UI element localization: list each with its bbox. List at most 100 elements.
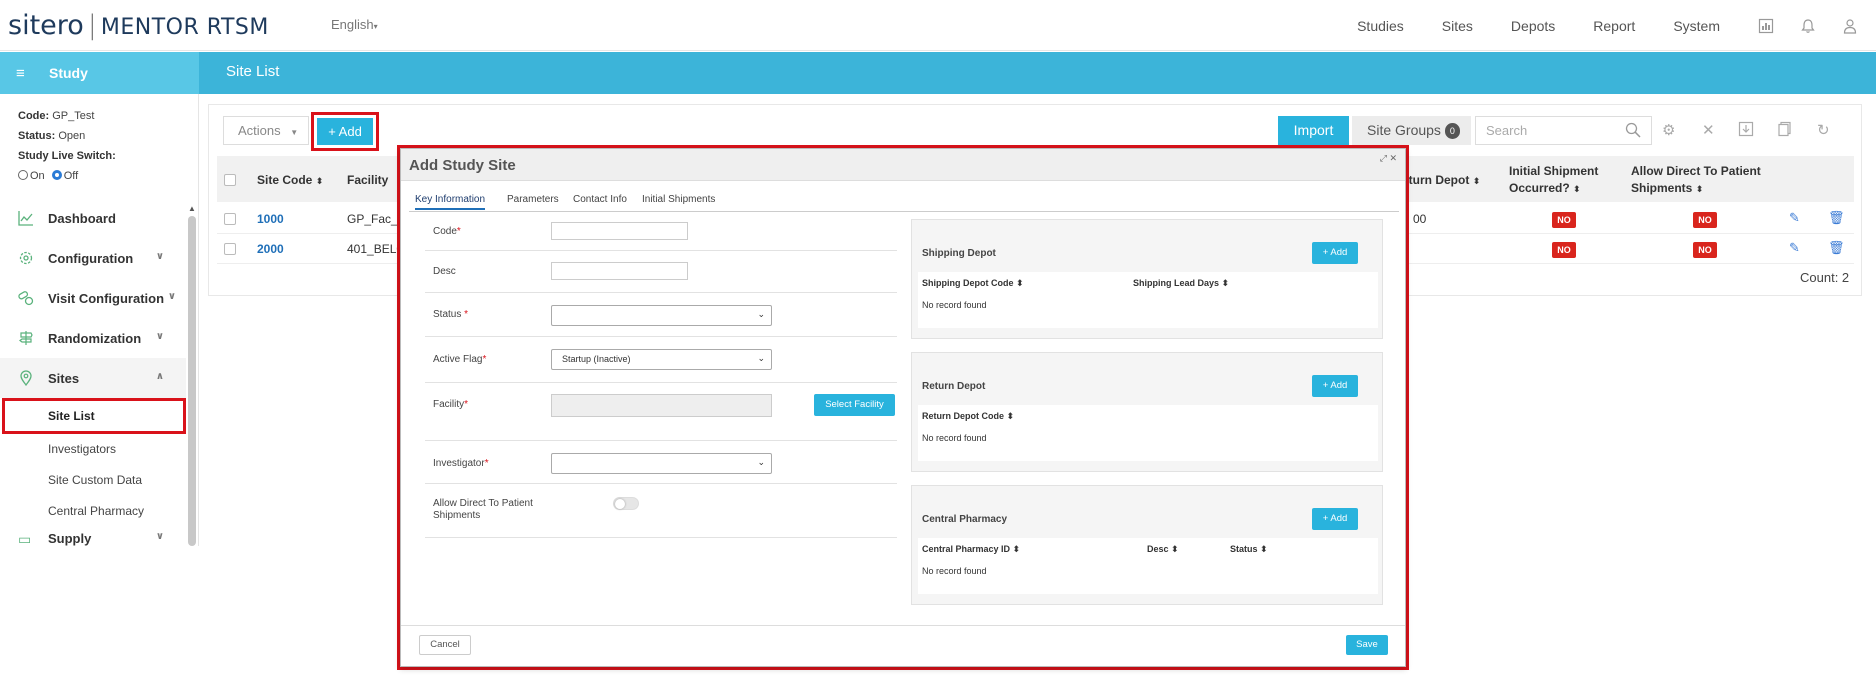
nav-sites[interactable]: Sites [1442,18,1473,34]
site-code-link[interactable]: 1000 [257,212,284,226]
site-groups-button[interactable]: Site Groups 0 [1352,116,1471,145]
cancel-button[interactable]: Cancel [419,635,471,655]
th-site-code[interactable]: Site Code ⬍ [257,173,323,187]
th-return-depot[interactable]: eturn Depot ⬍ [1402,173,1480,187]
sidebar-item-randomization[interactable]: Randomization ∨ [0,318,186,358]
th-return-depot-code[interactable]: Return Depot Code ⬍ [922,411,1014,422]
edit-icon[interactable]: ✎ [1789,210,1800,226]
code-input[interactable] [551,222,688,240]
download-icon[interactable] [1738,121,1754,137]
radio-off-label: Off [63,170,79,182]
radio-off[interactable] [51,170,62,180]
actions-dropdown[interactable]: Actions ▼ [223,116,309,145]
report-chart-icon[interactable] [1758,18,1774,34]
allow-direct-toggle[interactable] [613,497,639,510]
required-marker: * [482,354,487,365]
page-title-bar [0,52,1876,94]
map-pin-icon [20,370,32,386]
close-icon[interactable]: ✕ [1389,153,1397,163]
save-button[interactable]: Save [1346,635,1388,655]
trash-icon[interactable]: 🗑 [1828,210,1845,226]
nav-report[interactable]: Report [1593,18,1635,34]
add-site-button[interactable]: + Add [317,118,373,145]
th-central-pharmacy-status[interactable]: Status ⬍ [1230,544,1268,555]
app-logo[interactable]: sitero | MENTOR RTSM [8,10,269,41]
add-central-pharmacy-button[interactable]: + Add [1312,508,1358,530]
sort-icon: ⬍ [315,176,324,186]
sidebar-item-dashboard[interactable]: Dashboard [0,198,186,238]
actions-label: Actions [238,123,281,138]
form-row-allow-direct: Allow Direct To Patient Shipments [425,484,897,538]
edit-icon[interactable]: ✎ [1789,240,1800,256]
investigator-label: Investigator* [433,458,489,469]
gear-icon [19,251,33,265]
row-checkbox[interactable] [224,243,236,255]
trash-icon[interactable]: 🗑 [1828,240,1845,256]
nav-studies[interactable]: Studies [1357,18,1404,34]
row-checkbox[interactable] [224,213,236,225]
form-row-facility: Facility* Select Facility [425,383,897,441]
scroll-up-icon[interactable]: ▲ [188,204,196,213]
sidebar-item-sites[interactable]: Sites ∧ [0,358,186,398]
radio-on[interactable] [18,170,28,180]
import-button[interactable]: Import [1278,116,1349,145]
close-icon[interactable]: ✕ [1702,121,1715,139]
language-selector[interactable]: English▾ [331,17,378,32]
shipping-depot-title: Shipping Depot [922,248,996,259]
scrollbar-thumb[interactable] [188,216,196,546]
form-row-investigator: Investigator* ⌄ [425,441,897,484]
sidebar-item-investigators[interactable]: Investigators [0,434,186,465]
bell-icon[interactable] [1800,18,1816,34]
live-switch-label: Study Live Switch: [18,150,116,162]
th-shipping-lead-days[interactable]: Shipping Lead Days ⬍ [1133,278,1229,289]
add-return-depot-button[interactable]: + Add [1312,375,1358,397]
sidebar-item-visit-configuration[interactable]: Visit Configuration ∨ [0,278,186,318]
th-shipping-depot-code[interactable]: Shipping Depot Code ⬍ [922,278,1024,289]
expand-icon[interactable]: ⤢ [1380,153,1387,163]
sidebar-item-configuration[interactable]: Configuration ∨ [0,238,186,278]
hamburger-icon[interactable]: ≡ [16,65,25,82]
search-input[interactable]: Search [1475,116,1652,145]
th-central-pharmacy-desc[interactable]: Desc ⬍ [1147,544,1179,555]
th-central-pharmacy-id[interactable]: Central Pharmacy ID ⬍ [922,544,1020,555]
chevron-down-icon: ⌄ [757,309,765,319]
tab-key-information[interactable]: Key Information [415,194,486,210]
user-icon[interactable] [1842,18,1858,34]
th-initial-shipment[interactable]: Initial Shipment Occurred? ⬍ [1509,163,1598,198]
dialog-title: Add Study Site [409,157,516,174]
status-select[interactable]: ⌄ [551,305,772,326]
th-facility-label: Facility [347,173,389,187]
site-code-link[interactable]: 2000 [257,242,284,256]
dialog-header: Add Study Site ⤢ ✕ [401,149,1405,181]
select-all-checkbox[interactable] [224,174,236,186]
chevron-down-icon: ▾ [373,22,378,31]
refresh-icon[interactable]: ↻ [1817,121,1830,139]
investigator-select[interactable]: ⌄ [551,453,772,474]
sidebar-item-site-custom-data[interactable]: Site Custom Data [0,465,186,496]
tab-initial-shipments[interactable]: Initial Shipments [642,194,715,205]
add-shipping-depot-button[interactable]: + Add [1312,242,1358,264]
dashboard-chart-icon [18,211,33,226]
tab-contact-info[interactable]: Contact Info [573,194,627,205]
th-initial-shipment-line2: Occurred? [1509,181,1570,195]
select-facility-button[interactable]: Select Facility [814,394,895,416]
nav-system[interactable]: System [1673,18,1720,34]
active-flag-label: Active Flag* [433,354,486,365]
sidebar-scrollbar[interactable]: ▲ [187,204,197,546]
search-icon[interactable] [1625,122,1641,138]
th-facility[interactable]: Facility [347,173,388,187]
settings-gear-icon[interactable]: ⚙ [1662,121,1675,139]
active-flag-select[interactable]: Startup (Inactive) ⌄ [551,349,772,370]
th-allow-direct[interactable]: Allow Direct To Patient Shipments ⬍ [1631,163,1761,198]
nav-depots[interactable]: Depots [1511,18,1555,34]
study-menu-header[interactable]: ≡ Study [0,52,199,94]
sidebar-item-supply[interactable]: ▭ Supply ∨ [0,527,186,546]
code-label-text: Code [433,226,457,237]
th-central-pharmacy-desc-label: Desc [1147,544,1169,554]
sidebar-item-site-list[interactable]: Site List [2,398,186,434]
copy-icon[interactable] [1777,121,1793,137]
sidebar-item-central-pharmacy[interactable]: Central Pharmacy [0,496,186,527]
tab-parameters[interactable]: Parameters [507,194,559,205]
desc-input[interactable] [551,262,688,280]
initial-shipment-badge: NO [1552,242,1576,258]
